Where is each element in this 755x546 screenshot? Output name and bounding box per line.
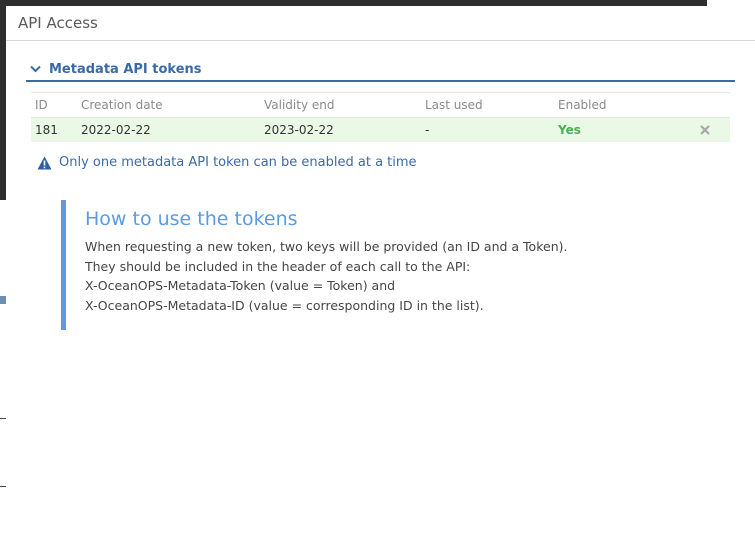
info-line: X-OceanOPS-Metadata-ID (value = correspo…	[85, 297, 484, 313]
column-header-validity-end: Validity end	[264, 98, 335, 112]
section-title: Metadata API tokens	[49, 61, 202, 77]
single-token-notice: Only one metadata API token can be enabl…	[37, 155, 417, 170]
info-line: They should be included in the header of…	[85, 258, 471, 274]
token-validity-end: 2023-02-22	[264, 123, 334, 137]
dialog-title: API Access	[6, 6, 755, 41]
column-header-creation-date: Creation date	[81, 98, 163, 112]
token-enabled-status: Yes	[558, 123, 581, 137]
token-creation-date: 2022-02-22	[81, 123, 151, 137]
info-line: When requesting a new token, two keys wi…	[85, 239, 568, 254]
table-row[interactable]: 181 2022-02-22 2023-02-22 - Yes	[31, 118, 730, 142]
info-title: How to use the tokens	[85, 208, 298, 230]
column-header-id: ID	[35, 98, 48, 112]
warning-icon	[37, 156, 52, 169]
column-header-enabled: Enabled	[558, 98, 607, 112]
tokens-table: ID Creation date Validity end Last used …	[31, 92, 730, 142]
info-line: X-OceanOPS-Metadata-Token (value = Token…	[85, 278, 396, 293]
column-header-last-used: Last used	[425, 98, 483, 112]
close-icon[interactable]	[700, 125, 710, 135]
api-access-dialog: API Access Metadata API tokens ID Creati…	[6, 6, 755, 546]
token-id: 181	[35, 123, 58, 137]
metadata-tokens-section-header[interactable]: Metadata API tokens	[26, 58, 735, 82]
chevron-down-icon	[30, 65, 41, 73]
token-usage-info: How to use the tokens When requesting a …	[61, 200, 661, 330]
table-header: ID Creation date Validity end Last used …	[31, 92, 730, 118]
token-last-used: -	[425, 123, 430, 137]
notice-text: Only one metadata API token can be enabl…	[59, 155, 417, 170]
